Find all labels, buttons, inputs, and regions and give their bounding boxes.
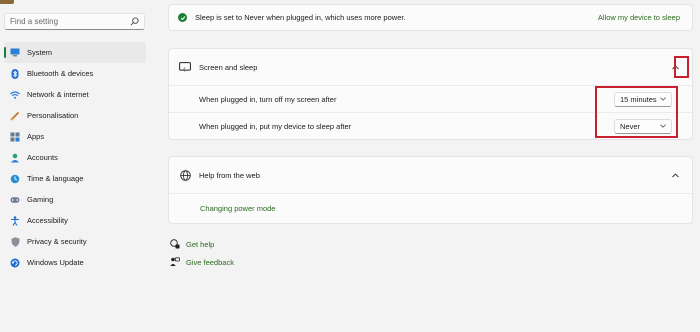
sidebar-item-windows-update[interactable]: Windows Update (4, 252, 146, 273)
update-icon (10, 258, 20, 268)
screen-off-label: When plugged in, turn off my screen afte… (199, 94, 337, 104)
sidebar: System Bluetooth & devices Network & int… (0, 0, 150, 332)
search-box[interactable] (4, 13, 145, 30)
monitor-icon (10, 48, 20, 58)
help-title: Help from the web (199, 170, 260, 180)
chevron-up-icon (671, 172, 679, 177)
sidebar-item-label: Apps (27, 132, 45, 141)
help-card: Help from the web Changing power mode (168, 156, 693, 224)
sidebar-item-label: Gaming (27, 195, 54, 204)
sidebar-item-network[interactable]: Network & internet (4, 84, 146, 105)
sidebar-item-label: Windows Update (27, 258, 84, 267)
give-feedback-link[interactable]: Give feedback (186, 258, 234, 267)
bluetooth-icon (10, 68, 20, 79)
screen-sleep-header[interactable]: Screen and sleep (169, 49, 692, 85)
sidebar-item-label: Personalisation (27, 111, 79, 120)
sidebar-item-accounts[interactable]: Accounts (4, 147, 146, 168)
brush-icon (10, 111, 20, 121)
sidebar-item-accessibility[interactable]: Accessibility (4, 210, 146, 231)
sidebar-item-time-language[interactable]: Time & language (4, 168, 146, 189)
sidebar-item-label: Time & language (27, 174, 84, 183)
screen-off-select[interactable]: 15 minutes (614, 91, 672, 107)
sleep-row: When plugged in, put my device to sleep … (169, 112, 692, 139)
sidebar-item-label: Network & internet (27, 90, 89, 99)
sidebar-item-bluetooth[interactable]: Bluetooth & devices (4, 63, 146, 84)
help-link-row: Changing power mode (169, 193, 692, 223)
search-input[interactable] (10, 17, 129, 26)
sidebar-item-label: Privacy & security (27, 237, 87, 246)
get-help-row[interactable]: Get help (170, 239, 214, 249)
chevron-up-icon (671, 64, 679, 69)
screen-off-row: When plugged in, turn off my screen afte… (169, 85, 692, 112)
search-icon[interactable] (129, 17, 139, 27)
feedback-icon (170, 257, 180, 267)
allow-sleep-link[interactable]: Allow my device to sleep (598, 13, 680, 22)
sidebar-item-system[interactable]: System (4, 42, 146, 63)
globe-clock-icon (10, 174, 20, 184)
sidebar-item-label: Accounts (27, 153, 58, 162)
gamepad-icon (10, 195, 20, 205)
sidebar-item-personalisation[interactable]: Personalisation (4, 105, 146, 126)
sidebar-item-apps[interactable]: Apps (4, 126, 146, 147)
sidebar-item-label: Bluetooth & devices (27, 69, 94, 78)
screen-sleep-icon (179, 61, 191, 73)
power-warning-banner: Sleep is set to Never when plugged in, w… (168, 4, 693, 31)
collapse-screen-sleep-button[interactable] (668, 57, 682, 77)
sleep-value: Never (620, 121, 641, 131)
wifi-icon (10, 90, 20, 100)
help-header[interactable]: Help from the web (169, 157, 692, 193)
sidebar-nav: System Bluetooth & devices Network & int… (4, 42, 146, 273)
changing-power-mode-link[interactable]: Changing power mode (200, 204, 275, 213)
chevron-down-icon (660, 97, 666, 101)
sidebar-item-label: System (27, 48, 53, 57)
collapse-help-button[interactable] (668, 165, 682, 185)
person-icon (10, 153, 20, 163)
apps-icon (10, 132, 20, 142)
sidebar-item-privacy-security[interactable]: Privacy & security (4, 231, 146, 252)
banner-message: Sleep is set to Never when plugged in, w… (195, 13, 406, 22)
shield-icon (10, 236, 20, 247)
sleep-label: When plugged in, put my device to sleep … (199, 121, 352, 131)
check-circle-icon (178, 13, 187, 22)
sidebar-item-gaming[interactable]: Gaming (4, 189, 146, 210)
globe-icon (179, 169, 191, 181)
help-chat-icon (170, 239, 180, 249)
get-help-link[interactable]: Get help (186, 240, 214, 249)
screen-sleep-title: Screen and sleep (199, 62, 258, 72)
chevron-down-icon (660, 124, 666, 128)
accessibility-icon (10, 215, 20, 226)
sidebar-item-label: Accessibility (27, 216, 68, 225)
screen-sleep-card: Screen and sleep When plugged in, turn o… (168, 48, 693, 140)
sleep-select[interactable]: Never (614, 118, 672, 134)
give-feedback-row[interactable]: Give feedback (170, 257, 234, 267)
screen-off-value: 15 minutes (620, 94, 657, 104)
